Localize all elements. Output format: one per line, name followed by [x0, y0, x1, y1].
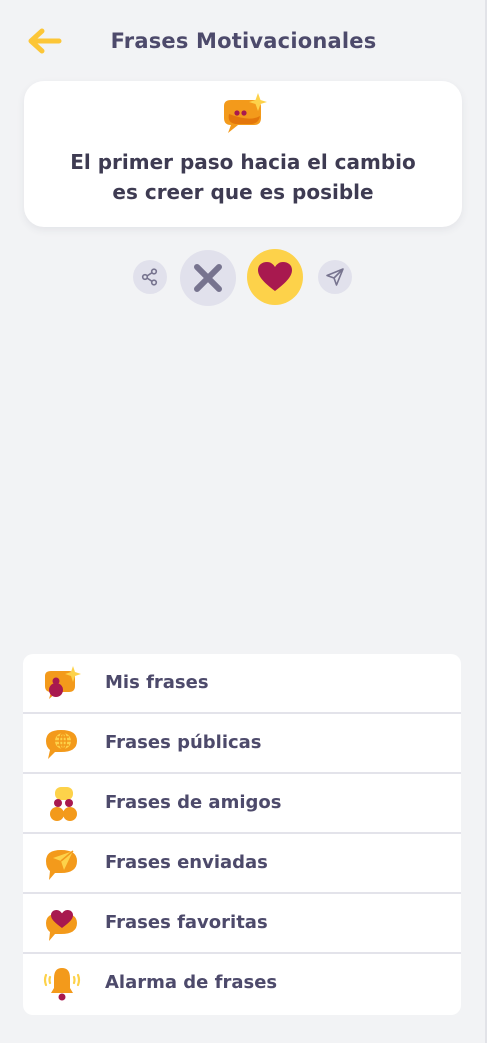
- menu-item-mis-frases[interactable]: Mis frases: [23, 654, 461, 714]
- menu-item-frases-enviadas[interactable]: Frases enviadas: [23, 834, 461, 894]
- menu-label: Frases de amigos: [105, 792, 282, 813]
- bell-icon: [43, 968, 81, 1001]
- heart-icon: [258, 262, 292, 291]
- menu-label: Mis frases: [105, 672, 209, 693]
- speech-bubble-sparkle-icon: [224, 93, 267, 133]
- quote-card: El primer paso hacia el cambio es creer …: [24, 81, 462, 227]
- favorite-button[interactable]: [247, 249, 303, 305]
- dismiss-button[interactable]: [180, 250, 236, 306]
- menu-item-frases-favoritas[interactable]: Frases favoritas: [23, 894, 461, 954]
- friends-icon: [50, 787, 77, 821]
- menu-item-frases-publicas[interactable]: Frases públicas: [23, 714, 461, 774]
- quote-actions: [0, 247, 487, 307]
- phrases-menu: Mis frases Frases públicas Frases de ami…: [23, 654, 461, 1015]
- send-button[interactable]: [318, 260, 352, 294]
- menu-label: Alarma de frases: [105, 972, 278, 993]
- app-screen: Frases Motivacionales El primer paso hac…: [0, 0, 487, 1043]
- sent-bubble-icon: [46, 850, 77, 880]
- menu-label: Frases favoritas: [105, 912, 268, 933]
- my-phrases-icon: [45, 666, 81, 699]
- header: Frases Motivacionales: [0, 0, 487, 84]
- globe-bubble-icon: [46, 730, 77, 759]
- quote-text: El primer paso hacia el cambio es creer …: [70, 150, 416, 204]
- share-icon: [141, 268, 158, 286]
- menu-label: Frases enviadas: [105, 852, 268, 873]
- menu-label: Frases públicas: [105, 732, 262, 753]
- close-icon: [194, 264, 222, 292]
- share-button[interactable]: [133, 260, 167, 294]
- menu-item-frases-de-amigos[interactable]: Frases de amigos: [23, 774, 461, 834]
- page-title: Frases Motivacionales: [110, 29, 377, 53]
- menu-item-alarma-de-frases[interactable]: Alarma de frases: [23, 954, 461, 1014]
- send-icon: [326, 268, 344, 286]
- heart-bubble-icon: [46, 910, 77, 941]
